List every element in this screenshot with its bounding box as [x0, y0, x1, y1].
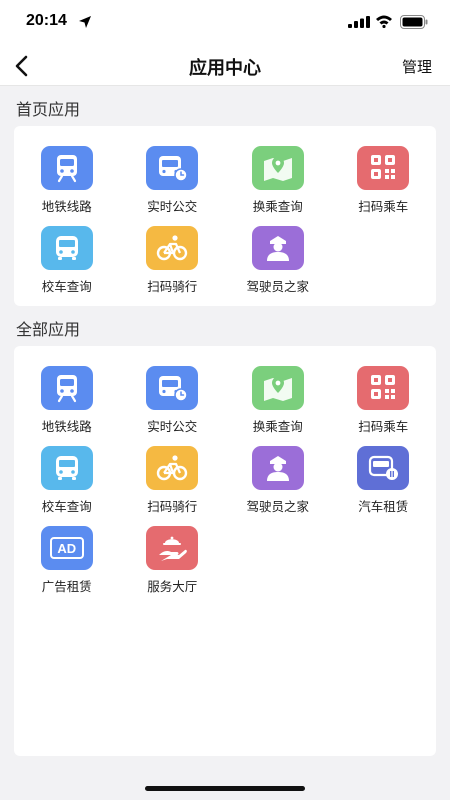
all-app-item[interactable]: 驾驶员之家: [225, 446, 331, 526]
service-hand-icon: [146, 526, 199, 570]
map-pin-icon: [251, 366, 304, 410]
home-app-label: 地铁线路: [41, 199, 92, 214]
home-app-item[interactable]: 驾驶员之家: [225, 226, 331, 306]
all-app-label: 驾驶员之家: [246, 499, 309, 514]
all-app-label: 广告租赁: [41, 579, 92, 594]
home-app-label: 驾驶员之家: [246, 279, 309, 294]
home-app-label: 校车查询: [41, 279, 92, 294]
all-app-item[interactable]: 汽车租赁: [331, 446, 437, 526]
home-app-label: 实时公交: [147, 199, 198, 214]
map-pin-icon: [251, 146, 304, 190]
all-app-label: 换乘查询: [252, 419, 303, 434]
home-app-item[interactable]: 扫码骑行: [120, 226, 226, 306]
home-apps-card: 地铁线路 实时公交 换乘查询 扫码乘车校车查询 扫码骑行 驾驶员之家: [14, 126, 436, 306]
qr-code-icon: [357, 366, 410, 410]
wifi-icon: [376, 15, 392, 28]
all-app-label: 汽车租赁: [358, 499, 409, 514]
home-apps-grid: 地铁线路 实时公交 换乘查询 扫码乘车校车查询 扫码骑行 驾驶员之家: [14, 126, 436, 306]
all-app-label: 地铁线路: [41, 419, 92, 434]
chevron-left-icon: [15, 55, 28, 77]
all-app-item[interactable]: 换乘查询: [225, 366, 331, 446]
subway-icon: [40, 146, 93, 190]
all-app-item[interactable]: 实时公交: [120, 366, 226, 446]
manage-button[interactable]: 管理: [402, 56, 432, 77]
school-bus-icon: [40, 446, 93, 490]
subway-icon: [40, 366, 93, 410]
bicycle-icon: [146, 446, 199, 490]
page-title: 应用中心: [189, 58, 261, 79]
ad-icon-text: AD: [49, 537, 84, 559]
all-apps-card: 地铁线路 实时公交 换乘查询 扫码乘车校车查询 扫码骑行 驾驶员之家 汽车租赁 AD 广告租赁 服…: [14, 346, 436, 756]
status-bar: 20:14: [0, 0, 450, 46]
all-app-item[interactable]: 校车查询: [14, 446, 120, 526]
all-app-item[interactable]: 扫码乘车: [331, 366, 437, 446]
bus-clock-icon: [146, 146, 199, 190]
all-app-label: 实时公交: [147, 419, 198, 434]
qr-code-icon: [357, 146, 410, 190]
all-app-item[interactable]: 服务大厅: [120, 526, 226, 606]
school-bus-icon: [40, 226, 93, 270]
all-app-label: 服务大厅: [147, 579, 198, 594]
status-time: 20:14: [26, 12, 67, 29]
all-apps-grid: 地铁线路 实时公交 换乘查询 扫码乘车校车查询 扫码骑行 驾驶员之家 汽车租赁 AD 广告租赁 服…: [14, 346, 436, 606]
home-app-item[interactable]: 换乘查询: [225, 146, 331, 226]
all-app-label: 扫码乘车: [358, 419, 409, 434]
home-app-item[interactable]: 地铁线路: [14, 146, 120, 226]
all-app-item[interactable]: AD 广告租赁: [14, 526, 120, 606]
location-arrow-icon: [79, 16, 91, 28]
navigation-bar: 应用中心 管理: [0, 46, 450, 86]
home-app-label: 扫码骑行: [147, 279, 198, 294]
car-rental-icon: [357, 446, 410, 490]
all-apps-section-title: 全部应用: [16, 320, 81, 339]
driver-icon: [251, 446, 304, 490]
home-app-label: 扫码乘车: [358, 199, 409, 214]
ad-icon: AD: [40, 526, 93, 570]
battery-icon: [400, 15, 428, 29]
all-app-item[interactable]: 地铁线路: [14, 366, 120, 446]
all-app-label: 校车查询: [41, 499, 92, 514]
driver-icon: [251, 226, 304, 270]
bus-clock-icon: [146, 366, 199, 410]
all-app-label: 扫码骑行: [147, 499, 198, 514]
home-apps-section-title: 首页应用: [16, 100, 81, 119]
home-app-label: 换乘查询: [252, 199, 303, 214]
home-app-item[interactable]: 实时公交: [120, 146, 226, 226]
bicycle-icon: [146, 226, 199, 270]
home-app-item[interactable]: 扫码乘车: [331, 146, 437, 226]
back-button[interactable]: [8, 52, 34, 80]
home-indicator: [145, 786, 305, 791]
home-app-item[interactable]: 校车查询: [14, 226, 120, 306]
all-app-item[interactable]: 扫码骑行: [120, 446, 226, 526]
cellular-signal-icon: [348, 16, 370, 28]
